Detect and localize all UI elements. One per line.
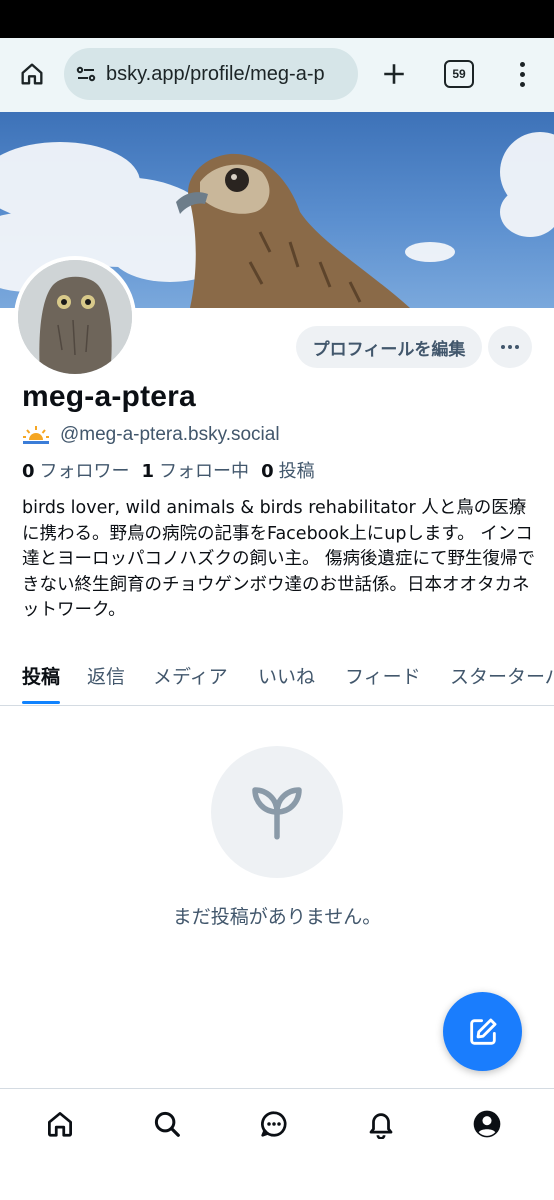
followers-count[interactable]: 0 [22,461,35,482]
following-count[interactable]: 1 [142,461,155,482]
handle-row: @meg-a-ptera.bsky.social [22,422,280,448]
empty-state-message: まだ投稿がありません。 [172,906,382,928]
compose-button[interactable] [443,992,522,1071]
address-bar[interactable]: bsky.app/profile/meg-a-p [64,48,358,100]
compose-icon [469,1018,496,1045]
profile-icon[interactable] [470,1107,504,1141]
browser-toolbar: bsky.app/profile/meg-a-p 59 [0,38,554,112]
system-status-bar [0,0,554,38]
profile-tabs: 投稿 返信 メディア いいね フィード スターターパック [0,650,554,706]
tab-feeds[interactable]: フィード [345,662,421,689]
sprout-icon [252,787,302,840]
home-icon[interactable] [43,1107,77,1141]
display-name: meg-a-ptera [22,380,196,413]
edit-profile-button[interactable]: プロフィールを編集 [296,326,482,368]
bottom-navigation [0,1088,554,1200]
tab-posts[interactable]: 投稿 [22,662,60,689]
avatar-image [18,260,132,374]
profile-bio: birds lover, wild animals & birds rehabi… [22,498,536,620]
bell-icon[interactable] [364,1107,398,1141]
tab-replies[interactable]: 返信 [87,662,125,689]
profile-stats: 0 フォロワー 1 フォロー中 0 投稿 [22,457,327,483]
search-icon[interactable] [150,1107,184,1141]
posts-label: 投稿 [278,461,315,482]
plus-icon[interactable] [376,56,412,92]
tab-starter-packs[interactable]: スターターパック [450,662,554,689]
empty-state-badge [211,746,343,878]
followers-label[interactable]: フォロワー [40,457,130,483]
posts-count: 0 [261,461,274,482]
tab-count: 59 [452,67,466,81]
tab-likes[interactable]: いいね [258,662,315,689]
following-label[interactable]: フォロー中 [159,457,249,483]
sunrise-icon [23,426,49,444]
site-settings-icon[interactable] [74,62,98,86]
handle: @meg-a-ptera.bsky.social [60,424,280,445]
avatar[interactable] [14,256,136,378]
more-vert-icon[interactable] [508,56,536,92]
tabs-icon[interactable]: 59 [444,60,474,88]
home-icon[interactable] [14,56,50,92]
more-horiz-icon[interactable] [488,326,532,368]
active-tab-indicator [22,701,60,704]
chat-icon[interactable] [257,1107,291,1141]
url-text: bsky.app/profile/meg-a-p [106,62,325,85]
tab-media[interactable]: メディア [153,662,228,689]
